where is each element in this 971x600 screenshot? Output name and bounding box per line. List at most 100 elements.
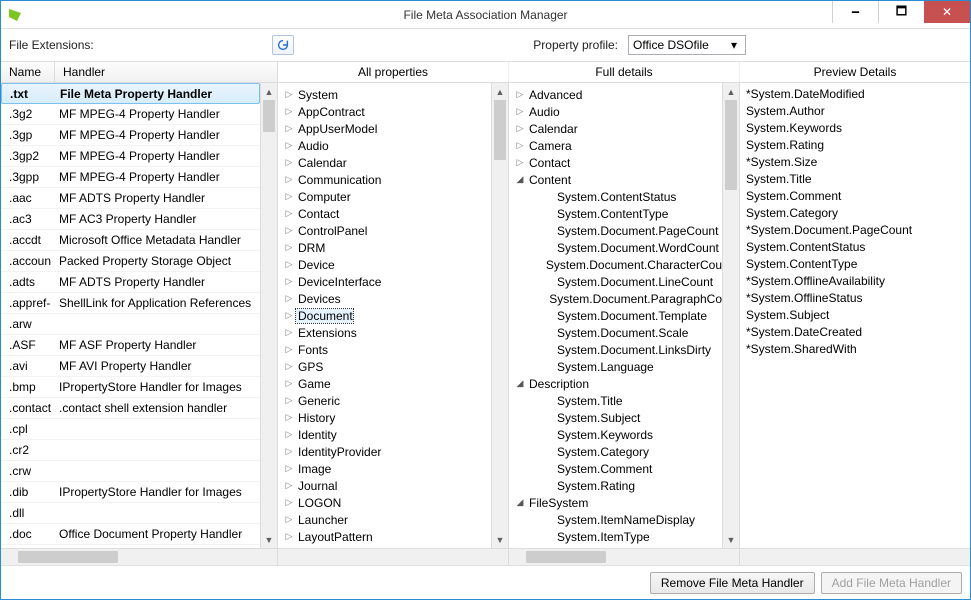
- tree-group[interactable]: ▷Camera: [509, 137, 722, 154]
- tree-item[interactable]: ▷Calendar: [278, 154, 491, 171]
- scroll-up-icon[interactable]: ▲: [723, 83, 739, 100]
- extension-row[interactable]: .arw: [1, 314, 260, 335]
- extensions-vscrollbar[interactable]: ▲ ▼: [260, 83, 277, 548]
- preview-item[interactable]: *System.OfflineAvailability: [746, 273, 964, 290]
- tree-item[interactable]: ▷IdentityProvider: [278, 443, 491, 460]
- expander-icon[interactable]: ▷: [513, 123, 527, 134]
- tree-child[interactable]: System.Document.ParagraphCo: [509, 290, 722, 307]
- tree-item[interactable]: ▷DRM: [278, 239, 491, 256]
- scrollbar-thumb[interactable]: [263, 100, 275, 132]
- extension-row[interactable]: .3gppMF MPEG-4 Property Handler: [1, 167, 260, 188]
- tree-child[interactable]: System.Document.Template: [509, 307, 722, 324]
- expander-icon[interactable]: ▷: [513, 106, 527, 117]
- tree-child[interactable]: System.ItemType: [509, 528, 722, 545]
- tree-child[interactable]: System.Document.PageCount: [509, 222, 722, 239]
- expander-icon[interactable]: ▷: [282, 344, 296, 355]
- tree-item[interactable]: ▷GPS: [278, 358, 491, 375]
- expander-icon[interactable]: ▷: [282, 140, 296, 151]
- tree-group[interactable]: ▷Advanced: [509, 86, 722, 103]
- expander-icon[interactable]: ▷: [282, 157, 296, 168]
- full-details-vscrollbar[interactable]: ▲ ▼: [722, 83, 739, 548]
- scrollbar-thumb[interactable]: [725, 100, 737, 190]
- extension-row[interactable]: .dibIPropertyStore Handler for Images: [1, 482, 260, 503]
- tree-group[interactable]: ▷Contact: [509, 154, 722, 171]
- tree-child[interactable]: System.Subject: [509, 409, 722, 426]
- extension-row[interactable]: .3gp2MF MPEG-4 Property Handler: [1, 146, 260, 167]
- tree-item[interactable]: ▷AppContract: [278, 103, 491, 120]
- preview-item[interactable]: System.Comment: [746, 188, 964, 205]
- tree-item[interactable]: ▷Device: [278, 256, 491, 273]
- expander-icon[interactable]: ▷: [282, 242, 296, 253]
- preview-item[interactable]: System.ContentStatus: [746, 239, 964, 256]
- preview-details-list[interactable]: *System.DateModifiedSystem.Author System.…: [740, 83, 970, 548]
- expander-icon[interactable]: ▷: [513, 89, 527, 100]
- extension-row[interactable]: .cr2: [1, 440, 260, 461]
- tree-child[interactable]: System.Document.Scale: [509, 324, 722, 341]
- expander-icon[interactable]: ▷: [282, 225, 296, 236]
- extensions-hscrollbar[interactable]: [1, 548, 277, 565]
- expander-icon[interactable]: ▷: [282, 480, 296, 491]
- scrollbar-thumb[interactable]: [494, 100, 506, 160]
- tree-item[interactable]: ▷Fonts: [278, 341, 491, 358]
- scroll-up-icon[interactable]: ▲: [492, 83, 508, 100]
- expander-icon[interactable]: ▷: [282, 310, 296, 321]
- extension-row[interactable]: .ASFMF ASF Property Handler: [1, 335, 260, 356]
- preview-item[interactable]: *System.DateCreated: [746, 324, 964, 341]
- all-properties-tree[interactable]: ▷System▷AppContract▷AppUserModel▷Audio▷C…: [278, 83, 491, 548]
- tree-item[interactable]: ▷Identity: [278, 426, 491, 443]
- extension-row[interactable]: .txtFile Meta Property Handler: [1, 83, 260, 104]
- extension-row[interactable]: .adtsMF ADTS Property Handler: [1, 272, 260, 293]
- expander-icon[interactable]: ▷: [282, 412, 296, 423]
- scroll-down-icon[interactable]: ▼: [492, 531, 508, 548]
- expander-icon[interactable]: ▷: [282, 395, 296, 406]
- full-details-tree[interactable]: ▷Advanced▷Audio▷Calendar▷Camera▷Contact◢…: [509, 83, 722, 548]
- tree-child[interactable]: System.Language: [509, 358, 722, 375]
- tree-item[interactable]: ▷DeviceInterface: [278, 273, 491, 290]
- refresh-button[interactable]: [272, 35, 294, 55]
- tree-item[interactable]: ▷Game: [278, 375, 491, 392]
- expander-icon[interactable]: ◢: [513, 174, 527, 185]
- tree-child[interactable]: System.ContentType: [509, 205, 722, 222]
- tree-child[interactable]: System.Category: [509, 443, 722, 460]
- preview-item[interactable]: System.Author: [746, 103, 964, 120]
- expander-icon[interactable]: ◢: [513, 497, 527, 508]
- expander-icon[interactable]: ▷: [282, 191, 296, 202]
- preview-item[interactable]: System.Title: [746, 171, 964, 188]
- extension-row[interactable]: .accdtMicrosoft Office Metadata Handler: [1, 230, 260, 251]
- tree-child[interactable]: System.Document.WordCount: [509, 239, 722, 256]
- expander-icon[interactable]: ▷: [282, 174, 296, 185]
- preview-item[interactable]: *System.DateModified: [746, 86, 964, 103]
- tree-group[interactable]: ◢Description: [509, 375, 722, 392]
- minimize-button[interactable]: 🗕: [832, 1, 878, 23]
- hscrollbar-thumb[interactable]: [18, 551, 118, 563]
- preview-item[interactable]: System.ContentType: [746, 256, 964, 273]
- tree-item[interactable]: ▷Document: [278, 307, 491, 324]
- extension-row[interactable]: .aviMF AVI Property Handler: [1, 356, 260, 377]
- tree-child[interactable]: System.ItemNameDisplay: [509, 511, 722, 528]
- tree-child[interactable]: System.Title: [509, 392, 722, 409]
- extension-row[interactable]: .aacMF ADTS Property Handler: [1, 188, 260, 209]
- tree-item[interactable]: ▷Generic: [278, 392, 491, 409]
- tree-child[interactable]: System.Document.LinksDirty: [509, 341, 722, 358]
- extension-row[interactable]: .docOffice Document Property Handler: [1, 524, 260, 545]
- column-name[interactable]: Name: [1, 62, 55, 82]
- tree-item[interactable]: ▷LayoutPattern: [278, 528, 491, 545]
- expander-icon[interactable]: ▷: [282, 429, 296, 440]
- extension-row[interactable]: .cpl: [1, 419, 260, 440]
- tree-child[interactable]: System.Document.LineCount: [509, 273, 722, 290]
- preview-item[interactable]: *System.Document.PageCount: [746, 222, 964, 239]
- extension-row[interactable]: .crw: [1, 461, 260, 482]
- extension-row[interactable]: .bmpIPropertyStore Handler for Images: [1, 377, 260, 398]
- expander-icon[interactable]: ▷: [282, 497, 296, 508]
- extension-row[interactable]: .3g2MF MPEG-4 Property Handler: [1, 104, 260, 125]
- property-profile-select[interactable]: Office DSOfile ▾: [628, 35, 746, 55]
- column-handler[interactable]: Handler: [55, 62, 277, 82]
- preview-item[interactable]: *System.SharedWith: [746, 341, 964, 358]
- close-button[interactable]: ✕: [924, 1, 970, 23]
- preview-item[interactable]: *System.OfflineStatus: [746, 290, 964, 307]
- tree-item[interactable]: ▷History: [278, 409, 491, 426]
- tree-item[interactable]: ▷LOGON: [278, 494, 491, 511]
- tree-group[interactable]: ◢Content: [509, 171, 722, 188]
- tree-group[interactable]: ▷Calendar: [509, 120, 722, 137]
- expander-icon[interactable]: ▷: [282, 361, 296, 372]
